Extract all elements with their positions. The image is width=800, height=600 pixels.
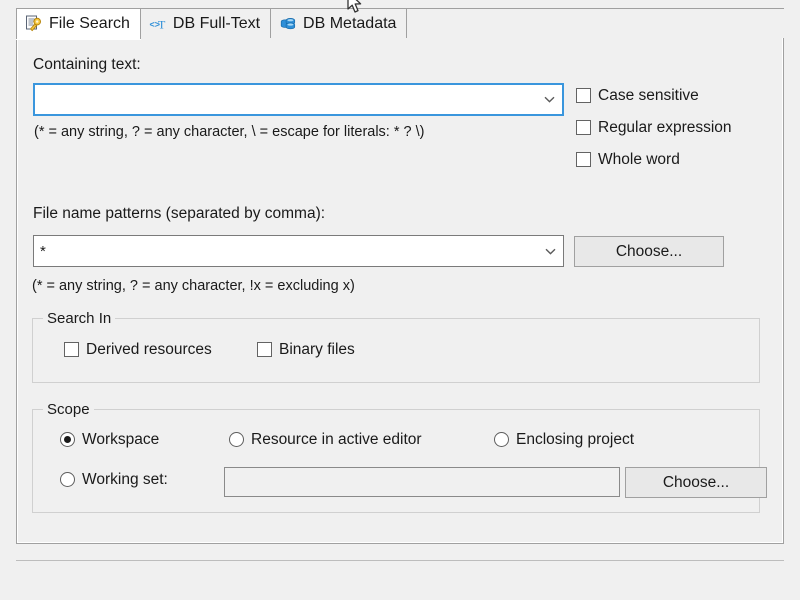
radio-resource-in-active-editor-label: Resource in active editor [251, 432, 422, 448]
radio-workspace[interactable]: Workspace [60, 432, 159, 448]
scope-group: Scope Workspace Resource in active edito… [32, 409, 760, 513]
chevron-down-icon [545, 248, 556, 255]
checkbox-regular-expression[interactable]: Regular expression [576, 120, 732, 136]
tab-db-metadata[interactable]: DB Metadata [270, 8, 407, 39]
checkbox-binary-files[interactable]: Binary files [257, 342, 355, 358]
radio-working-set-button[interactable] [60, 472, 75, 487]
file-patterns-input[interactable]: * [34, 244, 537, 259]
search-dialog: File Search <> T DB Full-Text [0, 0, 800, 600]
checkbox-case-sensitive-box[interactable] [576, 88, 591, 103]
checkbox-whole-word-label: Whole word [598, 152, 680, 168]
search-in-group: Search In Derived resources Binary files [32, 318, 760, 383]
file-patterns-combo[interactable]: * [33, 235, 564, 267]
containing-text-combo[interactable] [33, 83, 564, 116]
checkbox-derived-resources-label: Derived resources [86, 342, 212, 358]
file-patterns-hint: (* = any string, ? = any character, !x =… [32, 278, 355, 294]
tab-bar: File Search <> T DB Full-Text [16, 8, 784, 39]
working-set-choose-button[interactable]: Choose... [625, 467, 767, 498]
containing-text-hint: (* = any string, ? = any character, \ = … [34, 124, 424, 140]
radio-resource-in-active-editor-button[interactable] [229, 432, 244, 447]
search-in-group-title: Search In [43, 310, 115, 327]
file-patterns-dropdown-arrow[interactable] [537, 248, 563, 255]
tab-file-search-label: File Search [49, 16, 130, 32]
radio-enclosing-project-button[interactable] [494, 432, 509, 447]
scope-group-title: Scope [43, 401, 94, 418]
radio-workspace-label: Workspace [82, 432, 159, 448]
tab-file-search[interactable]: File Search [16, 8, 141, 39]
checkbox-case-sensitive-label: Case sensitive [598, 88, 699, 104]
checkbox-derived-resources-box[interactable] [64, 342, 79, 357]
radio-resource-in-active-editor[interactable]: Resource in active editor [229, 432, 422, 448]
chevron-down-icon [544, 96, 555, 103]
file-search-icon [25, 15, 43, 33]
panel-content: Containing text: (* = any string, ? = an… [18, 38, 782, 542]
radio-working-set[interactable]: Working set: [60, 472, 168, 488]
tab-empty-area [406, 8, 784, 39]
db-fulltext-icon: <> T [149, 15, 167, 33]
checkbox-whole-word[interactable]: Whole word [576, 152, 680, 168]
file-search-panel: Containing text: (* = any string, ? = an… [16, 38, 784, 544]
radio-enclosing-project[interactable]: Enclosing project [494, 432, 634, 448]
checkbox-binary-files-label: Binary files [279, 342, 355, 358]
working-set-field[interactable] [224, 467, 620, 497]
containing-text-label: Containing text: [33, 56, 141, 74]
file-patterns-label: File name patterns (separated by comma): [33, 205, 325, 223]
tab-db-metadata-label: DB Metadata [303, 16, 396, 32]
radio-enclosing-project-label: Enclosing project [516, 432, 634, 448]
containing-text-dropdown-arrow[interactable] [536, 96, 562, 103]
radio-working-set-label: Working set: [82, 472, 168, 488]
checkbox-derived-resources[interactable]: Derived resources [64, 342, 212, 358]
radio-workspace-button[interactable] [60, 432, 75, 447]
file-patterns-choose-button[interactable]: Choose... [574, 236, 724, 267]
checkbox-case-sensitive[interactable]: Case sensitive [576, 88, 699, 104]
checkbox-regular-expression-label: Regular expression [598, 120, 732, 136]
tab-db-full-text[interactable]: <> T DB Full-Text [140, 8, 271, 39]
tab-db-full-text-label: DB Full-Text [173, 16, 260, 32]
checkbox-whole-word-box[interactable] [576, 152, 591, 167]
svg-text:T: T [158, 18, 166, 32]
checkbox-regular-expression-box[interactable] [576, 120, 591, 135]
checkbox-binary-files-box[interactable] [257, 342, 272, 357]
bottom-separator [16, 560, 784, 561]
db-metadata-icon [279, 15, 297, 33]
